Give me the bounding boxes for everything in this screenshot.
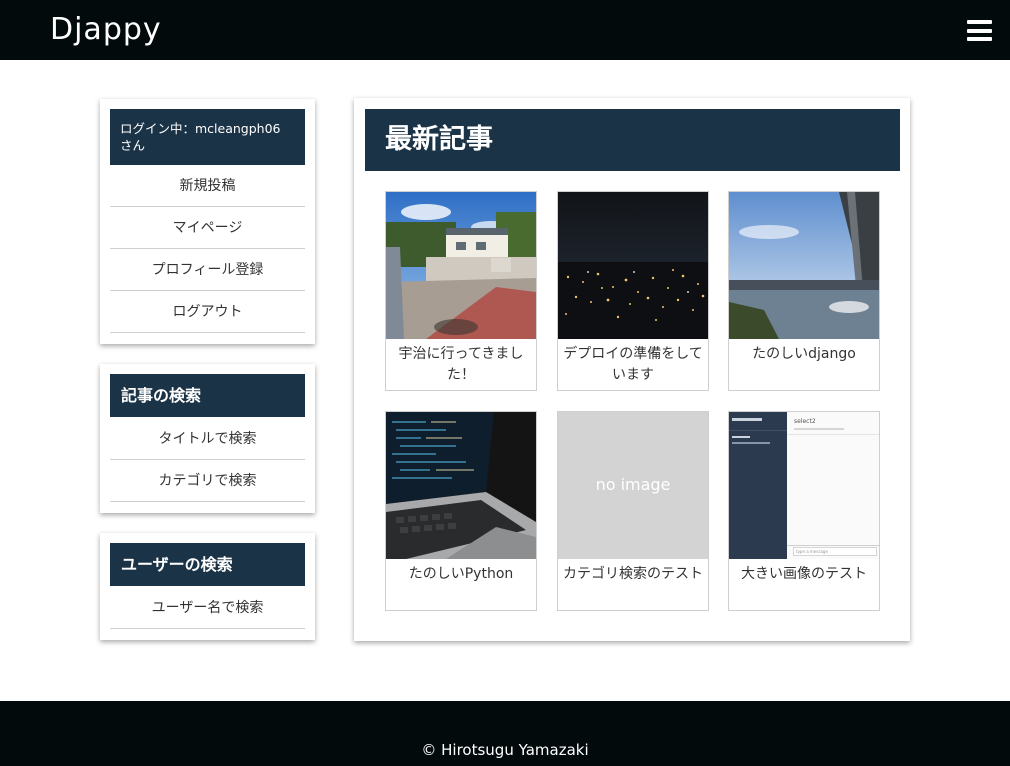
user-search-heading: ユーザーの検索 — [110, 543, 305, 586]
hamburger-menu-icon[interactable] — [967, 20, 992, 41]
article-thumbnail[interactable] — [729, 192, 879, 339]
article-title[interactable]: カテゴリ検索のテスト — [562, 564, 704, 585]
article-search-card: 記事の検索 タイトルで検索 カテゴリで検索 — [100, 364, 315, 513]
user-menu-card: ログイン中：mcleangph06 さん 新規投稿 マイページ プロフィール登録… — [100, 99, 315, 344]
copyright-text: © Hirotsugu Yamazaki — [421, 741, 589, 759]
article-thumbnail[interactable] — [386, 412, 536, 559]
article-search-heading: 記事の検索 — [110, 374, 305, 417]
article-title[interactable]: たのしいdjango — [733, 344, 875, 365]
top-navbar: Djappy — [0, 0, 1010, 60]
article-title[interactable]: たのしいPython — [390, 564, 532, 585]
article-card[interactable]: no image カテゴリ検索のテスト — [557, 411, 709, 611]
article-card[interactable]: 宇治に行ってきました！ — [385, 191, 537, 391]
footer: © Hirotsugu Yamazaki — [0, 701, 1010, 766]
screenshot-sidebar — [729, 412, 787, 559]
no-image-text: no image — [595, 475, 671, 494]
article-title[interactable]: 宇治に行ってきました！ — [390, 344, 532, 386]
article-card[interactable]: たのしいPython — [385, 411, 537, 611]
user-search-card: ユーザーの検索 ユーザー名で検索 — [100, 533, 315, 640]
login-status: ログイン中：mcleangph06 さん — [110, 109, 305, 165]
screenshot-title: select2 — [794, 418, 816, 425]
search-by-username-link[interactable]: ユーザー名で検索 — [110, 587, 305, 629]
my-page-link[interactable]: マイページ — [110, 207, 305, 249]
article-thumbnail[interactable] — [558, 192, 708, 339]
article-thumbnail[interactable]: select2 type a message — [729, 412, 879, 559]
article-title[interactable]: 大きい画像のテスト — [733, 564, 875, 585]
profile-register-link[interactable]: プロフィール登録 — [110, 249, 305, 291]
logout-link[interactable]: ログアウト — [110, 291, 305, 333]
search-by-category-link[interactable]: カテゴリで検索 — [110, 460, 305, 502]
article-title[interactable]: デプロイの準備をしています — [562, 344, 704, 386]
article-card[interactable]: select2 type a message 大きい画像のテスト — [728, 411, 880, 611]
brand-logo[interactable]: Djappy — [50, 12, 162, 47]
screenshot-message-input: type a message — [793, 547, 877, 556]
page-title: 最新記事 — [365, 109, 900, 171]
search-by-title-link[interactable]: タイトルで検索 — [110, 418, 305, 460]
no-image-placeholder[interactable]: no image — [558, 412, 708, 559]
latest-articles-card: 最新記事 宇治に行ってきました！ デプロイの準備をしています たのしいdjang… — [354, 98, 910, 641]
article-card[interactable]: たのしいdjango — [728, 191, 880, 391]
article-thumbnail[interactable] — [386, 192, 536, 339]
article-card[interactable]: デプロイの準備をしています — [557, 191, 709, 391]
new-post-link[interactable]: 新規投稿 — [110, 165, 305, 207]
